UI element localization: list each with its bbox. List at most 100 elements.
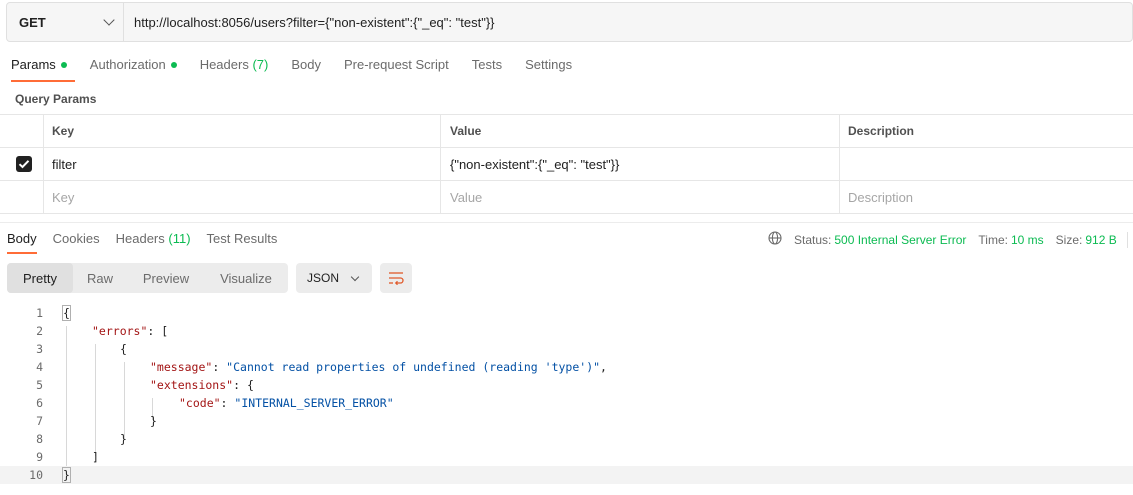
tab-settings[interactable]: Settings xyxy=(525,57,572,79)
tab-count: (7) xyxy=(252,57,269,72)
size-value[interactable]: 912 B xyxy=(1085,233,1116,247)
row-checkbox-cell xyxy=(0,181,44,213)
new-value-input[interactable]: Value xyxy=(441,181,840,213)
active-dot-icon xyxy=(60,62,67,68)
line-number: 7 xyxy=(36,414,43,428)
json-punct: : xyxy=(212,360,227,374)
json-key: "errors" xyxy=(92,324,148,338)
wrap-lines-icon xyxy=(389,272,404,285)
tab-label: Body xyxy=(291,57,321,72)
code-line: 7 } xyxy=(0,412,1133,430)
table-row-empty: Key Value Description xyxy=(0,181,1133,214)
response-tab-cookies[interactable]: Cookies xyxy=(53,231,100,246)
new-key-input[interactable]: Key xyxy=(44,181,441,213)
response-status-bar: Status: 500 Internal Server Error Time: … xyxy=(768,231,1128,248)
tab-label: Authorization xyxy=(89,57,166,72)
json-string: "INTERNAL_SERVER_ERROR" xyxy=(234,396,394,410)
code-text: { xyxy=(120,342,127,356)
view-preview-button[interactable]: Preview xyxy=(127,263,205,293)
code-text: ] xyxy=(92,450,99,464)
view-visualize-button[interactable]: Visualize xyxy=(205,263,287,293)
code-line: 9 ] xyxy=(0,448,1133,466)
response-tab-headers[interactable]: Headers (11) xyxy=(116,231,191,246)
tab-authorization[interactable]: Authorization xyxy=(90,57,177,79)
tab-label: Params xyxy=(11,57,56,72)
param-key-input[interactable]: filter xyxy=(44,148,441,180)
time-value[interactable]: 10 ms xyxy=(1011,233,1044,247)
code-text: "extensions": { xyxy=(150,378,254,392)
tab-tests[interactable]: Tests xyxy=(472,57,502,79)
code-text: } xyxy=(150,414,157,428)
view-pretty-button[interactable]: Pretty xyxy=(7,263,73,293)
code-text: { xyxy=(62,305,71,321)
code-text: "code": "INTERNAL_SERVER_ERROR" xyxy=(179,396,394,410)
request-tabs: Params Authorization Headers (7) Body Pr… xyxy=(11,57,595,82)
view-mode-group: Pretty Raw Preview Visualize xyxy=(7,263,288,293)
query-params-table: Key Value Description filter {"non-exist… xyxy=(0,114,1133,214)
response-tab-body[interactable]: Body xyxy=(7,231,37,254)
tab-label: Pre-request Script xyxy=(343,57,449,72)
response-body-editor[interactable]: 1 { 2 "errors": [ 3 { 4 "message": "Cann… xyxy=(0,304,1133,484)
view-raw-button[interactable]: Raw xyxy=(73,263,127,293)
request-url-bar: GET http://localhost:8056/users?filter={… xyxy=(6,2,1133,42)
code-line: 5 "extensions": { xyxy=(0,376,1133,394)
tab-body[interactable]: Body xyxy=(291,57,321,79)
format-select[interactable]: JSON xyxy=(296,263,372,293)
line-number: 2 xyxy=(36,324,43,338)
wrap-lines-button[interactable] xyxy=(380,263,412,293)
method-label: GET xyxy=(19,14,46,30)
tab-label: Headers xyxy=(115,231,165,246)
tab-headers[interactable]: Headers (7) xyxy=(200,57,269,79)
code-text: "errors": [ xyxy=(92,324,168,338)
table-row: filter {"non-existent":{"_eq": "test"}} xyxy=(0,148,1133,181)
json-punct: : [ xyxy=(147,324,169,338)
query-params-title: Query Params xyxy=(15,92,97,106)
globe-icon[interactable] xyxy=(768,231,782,248)
chevron-down-icon xyxy=(103,14,115,26)
line-number: 6 xyxy=(36,396,43,410)
checkbox-checked-icon[interactable] xyxy=(16,156,32,172)
line-number: 3 xyxy=(36,342,43,356)
response-tabs: Body Cookies Headers (11) Test Results xyxy=(7,231,293,254)
new-description-input[interactable]: Description xyxy=(840,181,1133,213)
header-value: Value xyxy=(441,115,840,147)
code-text: } xyxy=(62,467,71,483)
row-checkbox-cell xyxy=(0,148,44,180)
code-line: 2 "errors": [ xyxy=(0,322,1133,340)
header-description: Description xyxy=(848,124,915,138)
size-label: Size: xyxy=(1055,232,1083,247)
tab-label: Headers xyxy=(199,57,249,72)
status-value[interactable]: 500 Internal Server Error xyxy=(834,233,966,247)
code-text: "message": "Cannot read properties of un… xyxy=(150,360,607,374)
code-line-active: 10 } xyxy=(0,466,1133,484)
table-header-row: Key Value Description xyxy=(0,115,1133,148)
response-tab-test-results[interactable]: Test Results xyxy=(207,231,278,246)
line-number: 4 xyxy=(36,360,43,374)
line-number: 8 xyxy=(36,432,43,446)
param-description-input[interactable] xyxy=(840,148,1133,180)
line-number: 1 xyxy=(36,306,43,320)
json-key: "code" xyxy=(179,396,221,410)
tab-pre-request-script[interactable]: Pre-request Script xyxy=(344,57,449,79)
tab-params[interactable]: Params xyxy=(11,57,75,82)
header-checkbox-cell xyxy=(0,115,44,147)
code-text: } xyxy=(120,432,127,446)
time-label: Time: xyxy=(978,232,1008,247)
chevron-down-icon xyxy=(350,272,360,281)
format-label: JSON xyxy=(307,271,340,285)
json-punct: , xyxy=(600,360,607,374)
code-line: 6 "code": "INTERNAL_SERVER_ERROR" xyxy=(0,394,1133,412)
json-punct: : { xyxy=(233,378,254,392)
url-input[interactable]: http://localhost:8056/users?filter={"non… xyxy=(124,3,495,41)
response-divider xyxy=(0,222,1133,223)
tab-label: Tests xyxy=(471,57,503,72)
param-value-input[interactable]: {"non-existent":{"_eq": "test"}} xyxy=(441,148,840,180)
method-select[interactable]: GET xyxy=(7,3,124,41)
line-number: 10 xyxy=(29,468,43,482)
json-string: "Cannot read properties of undefined (re… xyxy=(226,360,601,374)
tab-count: (11) xyxy=(168,231,191,246)
code-line: 8 } xyxy=(0,430,1133,448)
json-key: "extensions" xyxy=(150,378,234,392)
code-line: 1 { xyxy=(0,304,1133,322)
json-punct: : xyxy=(220,396,235,410)
